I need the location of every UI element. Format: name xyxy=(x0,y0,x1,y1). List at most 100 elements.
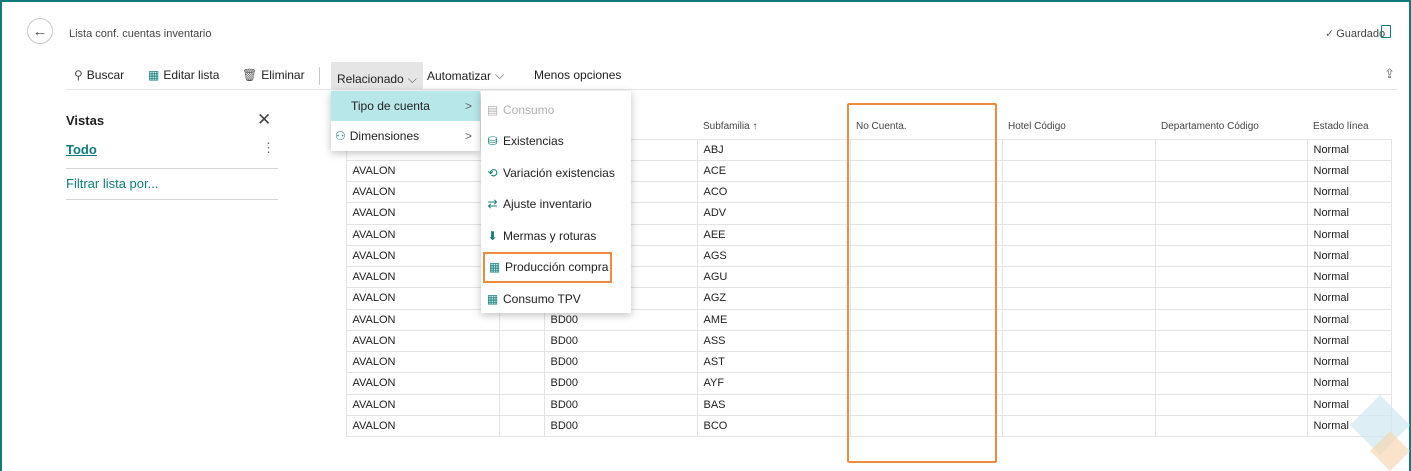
table-cell[interactable] xyxy=(498,372,545,395)
table-row[interactable]: AVALON BD00 BAS Normal xyxy=(310,393,1392,416)
table-cell[interactable]: ACE xyxy=(696,159,851,183)
share-icon[interactable]: ⇪ xyxy=(1384,66,1395,82)
table-cell[interactable] xyxy=(1154,308,1308,331)
table-cell[interactable] xyxy=(849,159,1003,183)
table-cell[interactable] xyxy=(1001,180,1156,204)
table-cell[interactable]: AEE xyxy=(696,223,851,246)
table-cell[interactable] xyxy=(849,287,1003,310)
table-cell[interactable] xyxy=(1001,223,1156,246)
table-cell[interactable]: BD00 xyxy=(543,372,698,395)
table-cell[interactable] xyxy=(849,414,1003,438)
table-cell[interactable] xyxy=(498,393,545,416)
table-cell[interactable]: Normal xyxy=(1306,180,1392,204)
table-cell[interactable]: AVALON xyxy=(345,244,500,268)
menu-item-tipo-de-cuenta[interactable]: Tipo de cuenta > xyxy=(331,91,480,121)
row-control[interactable] xyxy=(310,351,347,373)
table-cell[interactable] xyxy=(849,265,1003,289)
table-cell[interactable] xyxy=(1001,414,1156,438)
table-cell[interactable]: BAS xyxy=(696,393,851,416)
table-cell[interactable]: AVALON xyxy=(345,180,500,204)
table-cell[interactable] xyxy=(1154,372,1308,395)
table-cell[interactable]: BCO xyxy=(696,414,851,438)
table-cell[interactable] xyxy=(498,414,545,438)
table-row[interactable]: AVALON BD00 BCO Normal xyxy=(310,414,1392,438)
table-cell[interactable] xyxy=(1154,350,1308,374)
table-row[interactable]: AVALON BD00 ASS Normal xyxy=(310,329,1392,353)
column-header[interactable]: Departamento Código xyxy=(1155,114,1307,139)
table-row[interactable]: AVALON BD00 AME Normal xyxy=(310,308,1392,331)
table-row[interactable]: AVALON AEE Normal xyxy=(310,223,1392,246)
table-cell[interactable] xyxy=(1154,265,1308,289)
submenu-item[interactable]: ⟲ Variación existencias xyxy=(481,157,631,188)
column-header[interactable]: Estado línea xyxy=(1307,114,1391,139)
table-cell[interactable]: Normal xyxy=(1306,223,1392,246)
column-header[interactable]: Subfamilia ↑ xyxy=(697,114,850,139)
table-cell[interactable] xyxy=(849,393,1003,416)
table-cell[interactable] xyxy=(498,329,545,353)
table-cell[interactable]: AVALON xyxy=(345,393,500,416)
table-cell[interactable]: AVALON xyxy=(345,329,500,353)
row-control[interactable] xyxy=(310,266,347,288)
table-cell[interactable] xyxy=(1001,308,1156,331)
table-cell[interactable]: AVALON xyxy=(345,202,500,225)
table-cell[interactable]: ACO xyxy=(696,180,851,204)
automate-menu-button[interactable]: Automatizar ⌵ xyxy=(427,68,504,83)
search-button[interactable]: ⚲ Buscar xyxy=(74,68,124,82)
column-header[interactable]: Hotel Código xyxy=(1002,114,1155,139)
table-row[interactable]: AVALON ACE Normal xyxy=(310,159,1392,183)
table-cell[interactable] xyxy=(849,138,1003,161)
table-cell[interactable]: ADV xyxy=(696,202,851,225)
table-cell[interactable] xyxy=(1001,138,1156,161)
table-cell[interactable]: AVALON xyxy=(345,223,500,246)
table-cell[interactable]: AST xyxy=(696,350,851,374)
table-cell[interactable] xyxy=(849,202,1003,225)
edit-list-button[interactable]: ▦ Editar lista xyxy=(148,68,219,82)
back-button[interactable]: ← xyxy=(27,18,53,44)
submenu-item[interactable]: ⛁ Existencias xyxy=(481,126,631,157)
table-cell[interactable] xyxy=(1154,393,1308,416)
table-cell[interactable] xyxy=(1154,180,1308,204)
row-control[interactable] xyxy=(310,245,347,267)
view-all-link[interactable]: Todo xyxy=(66,142,97,157)
view-options-icon[interactable]: ⋮ xyxy=(262,140,275,156)
table-cell[interactable]: BD00 xyxy=(543,414,698,438)
row-control[interactable] xyxy=(310,394,347,416)
table-cell[interactable] xyxy=(1001,244,1156,268)
fewer-options-button[interactable]: Menos opciones xyxy=(534,68,621,82)
table-cell[interactable] xyxy=(849,329,1003,353)
table-cell[interactable]: AGS xyxy=(696,244,851,268)
table-cell[interactable]: AVALON xyxy=(345,414,500,438)
table-cell[interactable] xyxy=(1154,414,1308,438)
table-cell[interactable] xyxy=(1001,287,1156,310)
submenu-item[interactable]: ▦ Consumo TPV xyxy=(481,283,631,314)
row-control[interactable] xyxy=(310,330,347,352)
table-cell[interactable] xyxy=(849,308,1003,331)
row-control[interactable] xyxy=(310,372,347,394)
table-row[interactable]: AVALON BD00 AST Normal xyxy=(310,350,1392,374)
submenu-item[interactable]: ⇄ Ajuste inventario xyxy=(481,189,631,220)
table-cell[interactable]: AVALON xyxy=(345,308,500,331)
row-control[interactable] xyxy=(310,160,347,182)
table-cell[interactable] xyxy=(1154,287,1308,310)
table-cell[interactable]: AGU xyxy=(696,265,851,289)
table-cell[interactable]: Normal xyxy=(1306,329,1392,353)
table-cell[interactable]: AYF xyxy=(696,372,851,395)
table-cell[interactable]: ASS xyxy=(696,329,851,353)
table-cell[interactable] xyxy=(1154,329,1308,353)
table-cell[interactable] xyxy=(849,180,1003,204)
table-cell[interactable] xyxy=(1154,223,1308,246)
table-row[interactable]: AVALON ACO Normal xyxy=(310,180,1392,204)
table-cell[interactable]: Normal xyxy=(1306,244,1392,268)
table-cell[interactable] xyxy=(1001,372,1156,395)
table-cell[interactable] xyxy=(1001,329,1156,353)
column-header[interactable]: No Cuenta. xyxy=(850,114,1002,139)
table-row[interactable]: AVALON ADV Normal xyxy=(310,202,1392,225)
table-cell[interactable] xyxy=(849,223,1003,246)
table-row[interactable]: AVALON BD00 AYF Normal xyxy=(310,372,1392,395)
row-control[interactable] xyxy=(310,181,347,203)
row-control[interactable] xyxy=(310,224,347,246)
table-cell[interactable] xyxy=(498,350,545,374)
table-cell[interactable] xyxy=(849,244,1003,268)
row-control[interactable] xyxy=(310,415,347,437)
table-cell[interactable]: AGZ xyxy=(696,287,851,310)
